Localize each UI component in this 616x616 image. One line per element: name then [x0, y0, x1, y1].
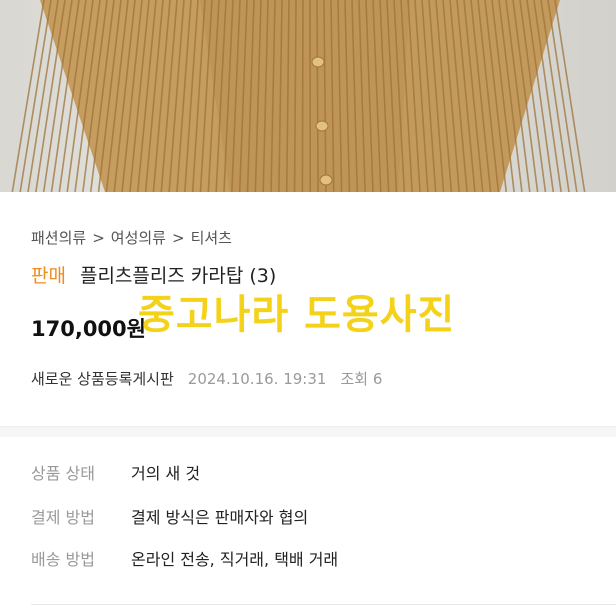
board-name-link[interactable]: 새로운 상품등록게시판: [31, 370, 174, 388]
spec-row-shipping: 배송 방법 온라인 전송, 직거래, 택배 거래: [31, 546, 338, 570]
spec-value: 거의 새 것: [131, 464, 201, 483]
pleat-line: [554, 0, 586, 192]
pleat-line: [301, 0, 304, 192]
spec-value: 결제 방식은 판매자와 협의: [131, 508, 309, 527]
spec-value: 온라인 전송, 직거래, 택배 거래: [131, 550, 339, 569]
section-divider: [0, 426, 616, 437]
spec-label: 결제 방법: [31, 508, 95, 527]
spec-label: 상품 상태: [31, 464, 95, 483]
blouse-button: [319, 174, 333, 186]
pleat-line: [11, 0, 45, 192]
pleat-line: [27, 0, 59, 192]
pleat-line: [547, 0, 578, 192]
views-count: 6: [372, 370, 383, 388]
spec-label: 배송 방법: [31, 550, 95, 569]
watermark-overlay: 중고나라 도용사진: [138, 292, 456, 338]
pleat-line: [540, 0, 570, 192]
breadcrumb-item-women[interactable]: 여성의류: [111, 229, 166, 247]
spec-row-condition: 상품 상태 거의 새 것: [31, 460, 200, 484]
breadcrumb-separator: >: [171, 229, 185, 247]
spec-row-payment: 결제 방법 결제 방식은 판매자와 협의: [31, 504, 308, 528]
pleat-line: [19, 0, 52, 192]
bottom-divider: [31, 604, 616, 605]
post-date: 2024.10.16. 19:31: [187, 370, 327, 388]
blouse-button: [311, 56, 325, 68]
blouse-button: [315, 120, 329, 132]
breadcrumb-item-fashion[interactable]: 패션의류: [31, 229, 86, 247]
views-label: 조회: [340, 370, 369, 388]
product-photo[interactable]: [0, 0, 616, 192]
pleat-line: [316, 0, 319, 192]
listing-price: 170,000원: [31, 317, 146, 341]
pleated-blouse-image: [11, 0, 586, 192]
breadcrumb-item-tshirts[interactable]: 티셔츠: [191, 229, 232, 247]
breadcrumb-separator: >: [92, 229, 105, 247]
sale-status-badge: 판매: [31, 265, 66, 287]
breadcrumb: 패션의류 > 여성의류 > 티셔츠: [31, 227, 232, 248]
listing-meta: 새로운 상품등록게시판 2024.10.16. 19:31 조회 6: [31, 368, 382, 389]
